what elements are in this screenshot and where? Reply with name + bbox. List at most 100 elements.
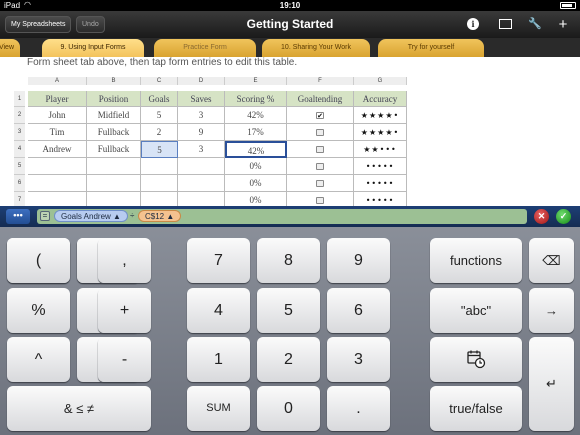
tab-using-input-forms[interactable]: 9. Using Input Forms	[42, 39, 144, 57]
row-header[interactable]: 5	[14, 158, 25, 175]
key-comma[interactable]: ,	[98, 238, 151, 283]
rating-stars[interactable]: •••••	[366, 196, 395, 205]
rating-stars[interactable]: ★★★★•	[361, 111, 399, 120]
cell-goals[interactable]: 5	[141, 141, 178, 158]
date-time-button[interactable]	[430, 337, 522, 382]
cell-goals[interactable]	[141, 175, 178, 192]
column-header[interactable]: D	[178, 77, 225, 85]
cell-saves[interactable]: 3	[178, 107, 225, 124]
row-header[interactable]: 4	[14, 141, 25, 158]
table-header-goaltending[interactable]: Goaltending	[287, 91, 354, 107]
cell-position[interactable]: Fullback	[87, 141, 141, 158]
key-4[interactable]: 4	[187, 288, 250, 333]
key-minus[interactable]: -	[98, 337, 151, 382]
cell-scoring[interactable]: 0%	[225, 175, 287, 192]
column-header[interactable]: C	[141, 77, 178, 85]
checkbox[interactable]	[316, 146, 324, 154]
cell-scoring[interactable]: 17%	[225, 124, 287, 141]
table-header-goals[interactable]: Goals	[141, 91, 178, 107]
true-false-button[interactable]: true/false	[430, 386, 522, 431]
cell-saves[interactable]	[178, 158, 225, 175]
key-6[interactable]: 6	[327, 288, 390, 333]
column-header[interactable]: F	[287, 77, 354, 85]
cell-goaltending[interactable]	[287, 158, 354, 175]
cell-goals[interactable]: 2	[141, 124, 178, 141]
cell-position[interactable]: Fullback	[87, 124, 141, 141]
cell-goaltending[interactable]	[287, 141, 354, 158]
cell-accuracy[interactable]: ★★★★•	[354, 124, 407, 141]
cell-scoring[interactable]: 42%	[225, 141, 287, 158]
column-header[interactable]: G	[354, 77, 407, 85]
cell-player[interactable]: Andrew	[28, 141, 87, 158]
checkbox[interactable]	[316, 197, 324, 205]
cell-goals[interactable]	[141, 192, 178, 206]
table-header-saves[interactable]: Saves	[178, 91, 225, 107]
cell-scoring[interactable]: 42%	[225, 107, 287, 124]
formula-token-goals-andrew[interactable]: Goals Andrew ▲	[54, 210, 128, 222]
next-arrow-icon[interactable]: →	[529, 288, 574, 333]
key-9[interactable]: 9	[327, 238, 390, 283]
cell-position[interactable]: Midfield	[87, 107, 141, 124]
key-comparison[interactable]: & ≤ ≠	[7, 386, 151, 431]
cell-goaltending[interactable]	[287, 175, 354, 192]
cell-position[interactable]	[87, 192, 141, 206]
key-sum[interactable]: SUM	[187, 386, 250, 431]
table-header-accuracy[interactable]: Accuracy	[354, 91, 407, 107]
tab-sharing-your-work[interactable]: 10. Sharing Your Work	[262, 39, 370, 57]
cell-saves[interactable]: 3	[178, 141, 225, 158]
cell-player[interactable]	[28, 175, 87, 192]
row-header[interactable]: 3	[14, 124, 25, 141]
tab-practice-form[interactable]: Practice Form	[154, 39, 256, 57]
cell-player[interactable]	[28, 192, 87, 206]
column-header[interactable]: B	[87, 77, 141, 85]
checkbox[interactable]	[316, 129, 324, 137]
add-icon[interactable]: +	[555, 17, 571, 32]
cell-player[interactable]	[28, 158, 87, 175]
accept-icon[interactable]: ✓	[556, 209, 571, 224]
rating-stars[interactable]: ★★•••	[363, 145, 397, 154]
table-header-player[interactable]: Player	[28, 91, 87, 107]
checkbox[interactable]	[316, 163, 324, 171]
table-header-scoring[interactable]: Scoring %	[225, 91, 287, 107]
info-icon[interactable]: i	[465, 17, 481, 32]
row-header[interactable]: 6	[14, 175, 25, 192]
cell-goaltending[interactable]	[287, 107, 354, 124]
cell-scoring[interactable]: 0%	[225, 158, 287, 175]
formula-field[interactable]: = Goals Andrew ▲ ÷ C$12 ▲	[37, 209, 527, 224]
rating-stars[interactable]: •••••	[366, 179, 395, 188]
column-header[interactable]: E	[225, 77, 287, 85]
cell-accuracy[interactable]: ★★★★•	[354, 107, 407, 124]
table-header-position[interactable]: Position	[87, 91, 141, 107]
media-icon[interactable]	[497, 17, 513, 32]
cell-saves[interactable]	[178, 192, 225, 206]
cancel-icon[interactable]: ✕	[534, 209, 549, 224]
tab-view[interactable]: View	[0, 39, 20, 57]
formula-token-c12[interactable]: C$12 ▲	[138, 210, 182, 222]
functions-button[interactable]: functions	[430, 238, 522, 283]
key-percent[interactable]: %	[7, 288, 70, 333]
cell-goaltending[interactable]	[287, 124, 354, 141]
cell-accuracy[interactable]: •••••	[354, 192, 407, 206]
column-header[interactable]: A	[28, 77, 87, 85]
row-header[interactable]: 7	[14, 192, 25, 206]
key-power[interactable]: ^	[7, 337, 70, 382]
rating-stars[interactable]: ★★★★•	[361, 128, 399, 137]
row-header[interactable]: 2	[14, 107, 25, 124]
key-0[interactable]: 0	[257, 386, 320, 431]
tab-try-for-yourself[interactable]: Try for yourself	[378, 39, 484, 57]
cell-saves[interactable]: 9	[178, 124, 225, 141]
row-header[interactable]: 1	[14, 91, 25, 107]
backspace-icon[interactable]: ⌫	[529, 238, 574, 283]
checkbox[interactable]	[316, 112, 324, 120]
key-5[interactable]: 5	[257, 288, 320, 333]
cell-position[interactable]	[87, 158, 141, 175]
cell-saves[interactable]	[178, 175, 225, 192]
cell-accuracy[interactable]: •••••	[354, 175, 407, 192]
wrench-icon[interactable]: 🔧	[527, 17, 543, 32]
cell-scoring[interactable]: 0%	[225, 192, 287, 206]
key-2[interactable]: 2	[257, 337, 320, 382]
key-3[interactable]: 3	[327, 337, 390, 382]
key-7[interactable]: 7	[187, 238, 250, 283]
return-icon[interactable]: ↵	[529, 337, 574, 431]
rating-stars[interactable]: •••••	[366, 162, 395, 171]
